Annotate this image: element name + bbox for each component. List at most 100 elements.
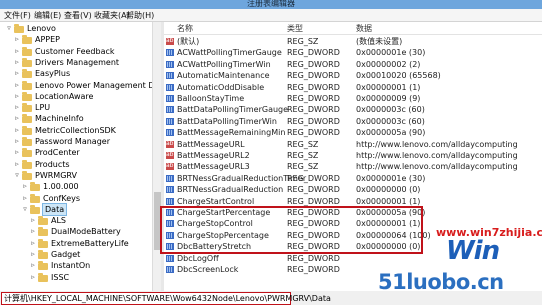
value-data: 0x00000000 (0) [356, 185, 421, 195]
value-row[interactable]: AutomaticOddDisable REG_DWORD 0x00000001 (… [164, 82, 542, 93]
tree-node-label: LPU [35, 103, 51, 113]
value-row[interactable]: BalloonStayTime REG_DWORD 0x00000009 (9) [164, 93, 542, 104]
expand-arrow-icon[interactable]: ▹ [30, 215, 36, 226]
value-name: DbcScreenLock [177, 265, 239, 274]
value-data: 0x0000001e (30) [356, 48, 426, 58]
value-row[interactable]: BattMessageURL2 REG_SZ http://www.lenovo.c… [164, 149, 542, 161]
tree-node-label: PWRMGRV [35, 170, 77, 180]
value-name: BalloonStayTime [177, 94, 245, 103]
value-data: 0x00000001 (1) [356, 82, 421, 92]
tree-node-label: EasyPlus [35, 69, 71, 79]
value-data: http://www.lenovo.com/alldaycomputing [356, 151, 518, 160]
expand-arrow-icon[interactable]: ▹ [30, 272, 36, 283]
expand-arrow-icon[interactable]: ▹ [30, 249, 36, 260]
tree-node-label: Password Manager [35, 137, 110, 146]
value-row[interactable]: ACWattPollingTimerGauge REG_DWORD 0x000000… [164, 47, 542, 58]
expand-arrow-icon[interactable]: ▹ [30, 238, 36, 249]
value-name: AutomaticOddDisable [177, 82, 265, 92]
value-row[interactable]: AutomaticMaintenance REG_DWORD 0x00010020 … [164, 70, 542, 81]
folder-icon [22, 80, 32, 90]
string-value-icon [166, 138, 174, 149]
value-row[interactable]: (默认) REG_SZ (数值未设置) [164, 35, 542, 47]
tree-node-label: MachineInfo [35, 114, 84, 124]
folder-icon [22, 35, 32, 45]
folder-icon [22, 103, 32, 113]
menu-bar: 文件(F) 编辑(E) 查看(V) 收藏夹(A) 帮助(H) [0, 9, 542, 22]
expand-arrow-icon[interactable]: ▹ [22, 181, 28, 192]
value-data: 0x0000003c (60) [356, 105, 425, 115]
value-name: BRTNessGradualReduction [177, 185, 284, 195]
expand-arrow-icon[interactable]: ▹ [14, 125, 20, 136]
value-type: REG_DWORD [287, 116, 340, 126]
folder-icon [22, 159, 32, 169]
tree-node-label: Lenovo Power Management Driver [35, 80, 152, 90]
value-name: ACWattPollingTimerGauge [177, 48, 282, 58]
value-type: REG_DWORD [287, 94, 340, 103]
status-path: 计算机\HKEY_LOCAL_MACHINE\SOFTWARE\Wow6432N… [4, 294, 331, 303]
value-row[interactable]: BattMessageURL REG_SZ http://www.lenovo.co… [164, 138, 542, 150]
value-type: REG_SZ [287, 151, 319, 160]
annotation-highlight-box [160, 206, 423, 254]
value-name: BattMessageRemainingMin [177, 128, 286, 138]
menu-item-3[interactable]: 收藏夹(A) [94, 10, 130, 21]
expand-arrow-icon[interactable]: ▹ [14, 113, 20, 124]
value-name: BattDataPollingTimerGauge [177, 105, 289, 115]
expand-arrow-icon[interactable]: ▹ [22, 193, 28, 204]
value-data: (数值未设置) [356, 37, 403, 46]
folder-icon [22, 46, 32, 56]
folder-icon [22, 137, 32, 146]
value-type: REG_DWORD [287, 105, 340, 115]
value-data: 0x00000009 (9) [356, 94, 421, 103]
column-header-data[interactable]: 数据 [356, 23, 372, 34]
value-row[interactable]: ChargeStartControl REG_DWORD 0x00000001 (1… [164, 196, 542, 207]
tree-node-label: DualModeBattery [51, 227, 121, 237]
dword-value-icon [166, 60, 174, 68]
expand-arrow-icon[interactable]: ▹ [14, 102, 20, 113]
value-type: REG_DWORD [287, 48, 340, 58]
expand-arrow-icon[interactable]: ▹ [30, 226, 36, 237]
value-data: http://www.lenovo.com/alldaycomputing [356, 139, 518, 149]
expand-arrow-icon[interactable]: ▹ [14, 34, 20, 45]
expand-arrow-icon[interactable]: ▹ [14, 57, 20, 68]
value-row[interactable]: BRTNessGradualReductionTimer REG_DWORD 0x0… [164, 173, 542, 184]
value-type: REG_SZ [287, 37, 319, 46]
folder-icon [38, 216, 48, 226]
value-row[interactable]: BattDataPollingTimerWin REG_DWORD 0x000000… [164, 116, 542, 127]
expand-arrow-icon[interactable]: ▹ [14, 46, 20, 57]
string-value-icon [166, 160, 174, 171]
value-name: ChargeStartControl [177, 196, 255, 206]
menu-item-4[interactable]: 帮助(H) [126, 10, 154, 21]
folder-icon [22, 125, 32, 135]
expand-arrow-icon[interactable]: ▹ [14, 136, 20, 147]
value-name: BattDataPollingTimerWin [177, 116, 277, 126]
collapse-arrow-icon[interactable]: ▿ [14, 170, 20, 181]
column-header-type[interactable]: 类型 [287, 23, 303, 34]
expand-arrow-icon[interactable]: ▹ [14, 159, 20, 170]
folder-icon [38, 261, 48, 271]
folder-icon [22, 69, 32, 79]
value-row[interactable]: ACWattPollingTimerWin REG_DWORD 0x00000002… [164, 59, 542, 70]
expand-arrow-icon[interactable]: ▹ [14, 147, 20, 158]
window-title: 注册表编辑器 [247, 0, 295, 8]
value-data: 0x0000005a (90) [356, 128, 426, 138]
expand-arrow-icon[interactable]: ▹ [14, 91, 20, 102]
folder-icon [22, 170, 32, 180]
menu-item-0[interactable]: 文件(F) [4, 10, 31, 21]
value-name: BattMessageURL [177, 139, 245, 149]
expand-arrow-icon[interactable]: ▹ [30, 260, 36, 271]
collapse-arrow-icon[interactable]: ▿ [22, 204, 28, 215]
value-row[interactable]: BattMessageURL3 REG_SZ http://www.lenovo.c… [164, 160, 542, 172]
menu-item-1[interactable]: 编辑(E) [34, 10, 61, 21]
tree-node-label: Gadget [51, 250, 81, 259]
value-data: 0x0000001e (30) [356, 173, 426, 183]
column-header-name[interactable]: 名称 [177, 23, 193, 34]
expand-arrow-icon[interactable]: ▹ [14, 80, 20, 91]
tree-node-label: LocationAware [35, 91, 94, 101]
value-row[interactable]: BRTNessGradualReduction REG_DWORD 0x000000… [164, 184, 542, 195]
key-tree[interactable]: ▿ Lenovo ▹ APPEP ▹ Customer Feedback ▹ Drivers … [0, 22, 152, 291]
value-row[interactable]: BattMessageRemainingMin REG_DWORD 0x000000… [164, 127, 542, 138]
value-row[interactable]: BattDataPollingTimerGauge REG_DWORD 0x0000… [164, 104, 542, 115]
collapse-arrow-icon[interactable]: ▿ [6, 23, 12, 34]
menu-item-2[interactable]: 查看(V) [64, 10, 92, 21]
expand-arrow-icon[interactable]: ▹ [14, 68, 20, 79]
